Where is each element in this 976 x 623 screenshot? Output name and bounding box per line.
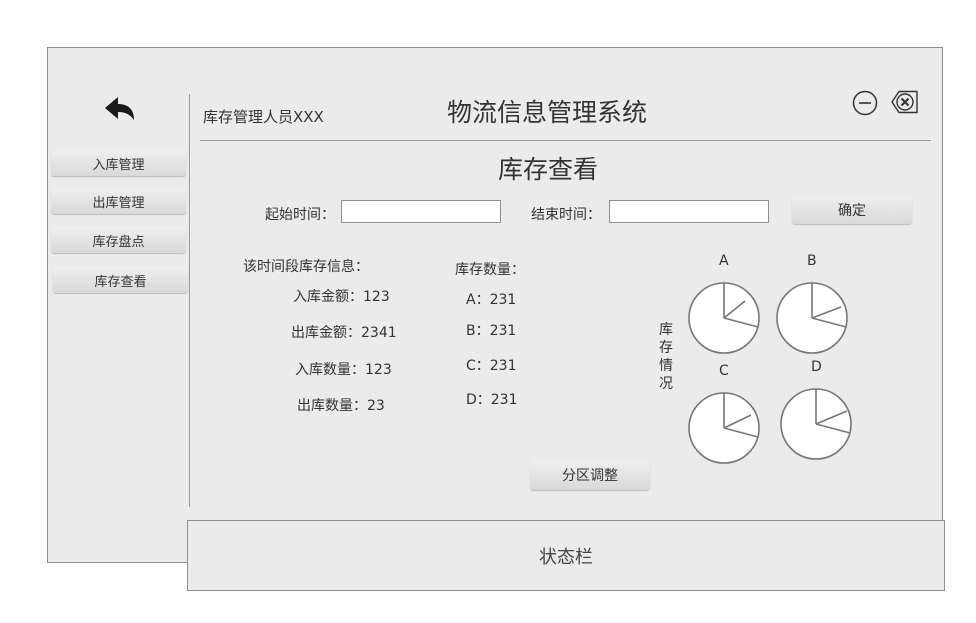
qty-title: 库存数量：: [455, 262, 525, 278]
pie-chart-a: [688, 282, 760, 354]
qty-d: D：231: [466, 392, 518, 408]
inbound-amount: 入库金额：123: [293, 289, 390, 305]
header-divider: [200, 140, 931, 141]
outbound-amount: 出库金额：2341: [291, 325, 397, 341]
end-time-input[interactable]: [609, 200, 769, 223]
pie-label-c: C: [719, 363, 729, 379]
sidebar-item-label: 库存盘点: [92, 234, 145, 250]
start-time-label: 起始时间：: [265, 207, 335, 223]
sidebar-item-label: 库存查看: [94, 274, 147, 290]
sidebar-divider: [189, 94, 190, 507]
sidebar-item-inventory-count[interactable]: 库存盘点: [51, 227, 186, 253]
qty-a: A：231: [466, 292, 517, 308]
start-time-input[interactable]: [341, 200, 501, 223]
status-bar-text: 状态栏: [539, 546, 593, 568]
sidebar-item-inbound[interactable]: 入库管理: [51, 150, 186, 176]
confirm-button[interactable]: 确定: [792, 196, 912, 224]
page-title: 库存查看: [498, 155, 599, 184]
pie-label-a: A: [719, 253, 729, 269]
inbound-quantity: 入库数量：123: [295, 362, 392, 378]
qty-b: B：231: [466, 323, 517, 339]
close-tag-icon[interactable]: [890, 89, 920, 115]
status-bar: 状态栏: [187, 520, 945, 591]
pie-chart-d: [780, 388, 852, 460]
outbound-quantity: 出库数量：23: [297, 398, 385, 414]
sidebar-item-label: 出库管理: [92, 195, 145, 211]
back-arrow-icon[interactable]: [103, 93, 137, 125]
pie-chart-c: [688, 392, 760, 464]
info-title: 该时间段库存信息：: [243, 259, 369, 275]
partition-adjust-label: 分区调整: [562, 468, 618, 484]
partition-adjust-button[interactable]: 分区调整: [530, 460, 650, 490]
stock-status-label: 库存情况: [659, 322, 673, 392]
minimize-circle-icon[interactable]: [852, 90, 878, 116]
pie-label-b: B: [807, 253, 817, 269]
pie-label-d: D: [811, 359, 822, 375]
confirm-button-label: 确定: [838, 203, 866, 219]
end-time-label: 结束时间：: [531, 207, 601, 223]
sidebar-item-inventory-view[interactable]: 库存查看: [53, 267, 188, 293]
app-title: 物流信息管理系统: [447, 98, 648, 127]
current-user: 库存管理人员XXX: [203, 108, 324, 126]
sidebar-item-label: 入库管理: [92, 157, 145, 173]
qty-c: C：231: [466, 358, 517, 374]
sidebar-item-outbound[interactable]: 出库管理: [51, 188, 186, 214]
pie-chart-b: [776, 282, 848, 354]
